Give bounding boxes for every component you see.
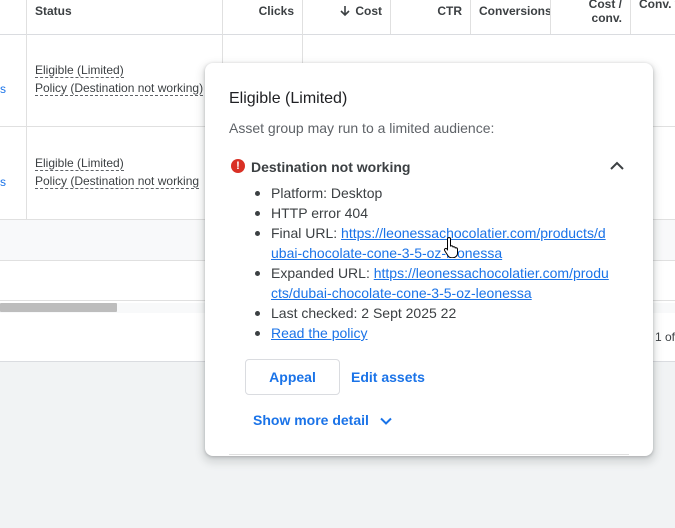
pagination-text: 1 of 2: [655, 330, 675, 344]
row-link-fragment[interactable]: s: [0, 175, 6, 189]
detail-policy: Read the policy: [249, 323, 609, 343]
sort-down-icon: [340, 6, 350, 17]
chevron-down-icon: [380, 417, 392, 425]
header-conv-value-label: Conv. v /: [639, 0, 675, 11]
status-eligible-limited[interactable]: Eligible (Limited): [35, 63, 124, 78]
show-more-detail-button[interactable]: Show more detail: [253, 412, 393, 432]
status-policy-reason[interactable]: Policy (Destination not working: [35, 174, 200, 189]
appeal-button[interactable]: Appeal: [245, 359, 340, 395]
show-more-label: Show more detail: [253, 412, 369, 428]
issue-details-list: Platform: Desktop HTTP error 404 Final U…: [249, 183, 609, 343]
row-link-fragment[interactable]: s: [0, 82, 6, 96]
status-details-popover: Eligible (Limited) Asset group may run t…: [205, 63, 653, 456]
error-icon: !: [231, 159, 245, 173]
status-policy-reason[interactable]: Policy (Destination not working): [35, 81, 204, 96]
detail-last-checked: Last checked: 2 Sept 2025 22: [249, 303, 609, 323]
read-policy-link[interactable]: Read the policy: [271, 325, 368, 341]
header-conversions-label: Conversions: [479, 4, 551, 18]
expanded-url-label: Expanded URL:: [271, 265, 374, 281]
header-clicks[interactable]: Clicks: [223, 0, 303, 34]
detail-final-url: Final URL: https://leonessachocolatier.c…: [249, 223, 609, 263]
header-cost-per-conv[interactable]: Cost / conv.: [551, 0, 631, 34]
header-cost-per-conv-label: Cost / conv.: [588, 0, 622, 25]
divider: [229, 454, 629, 455]
status-eligible-limited[interactable]: Eligible (Limited): [35, 156, 124, 171]
detail-http-error: HTTP error 404: [249, 203, 609, 223]
header-ctr-label: CTR: [437, 4, 462, 18]
scrollbar-thumb[interactable]: [0, 303, 117, 312]
issue-header[interactable]: ! Destination not working: [229, 158, 629, 180]
table-header: Status Clicks Cost CTR Conversions Cost …: [0, 0, 675, 35]
header-clicks-label: Clicks: [258, 4, 294, 18]
header-cost-label: Cost: [355, 4, 382, 18]
header-ctr[interactable]: CTR: [391, 0, 471, 34]
chevron-up-icon[interactable]: [607, 156, 627, 176]
detail-platform: Platform: Desktop: [249, 183, 609, 203]
popover-subtitle: Asset group may run to a limited audienc…: [229, 120, 495, 136]
header-conv-value[interactable]: Conv. v /: [631, 0, 675, 34]
header-cost[interactable]: Cost: [303, 0, 391, 34]
popover-title: Eligible (Limited): [229, 90, 348, 107]
issue-title: Destination not working: [251, 159, 411, 175]
header-status-label: Status: [35, 4, 72, 18]
hand-cursor-icon: [443, 236, 458, 258]
detail-expanded-url: Expanded URL: https://leonessachocolatie…: [249, 263, 609, 303]
header-conversions[interactable]: Conversions: [471, 0, 551, 34]
header-status[interactable]: Status: [27, 0, 223, 34]
final-url-label: Final URL:: [271, 225, 342, 241]
edit-assets-button[interactable]: Edit assets: [351, 369, 425, 385]
